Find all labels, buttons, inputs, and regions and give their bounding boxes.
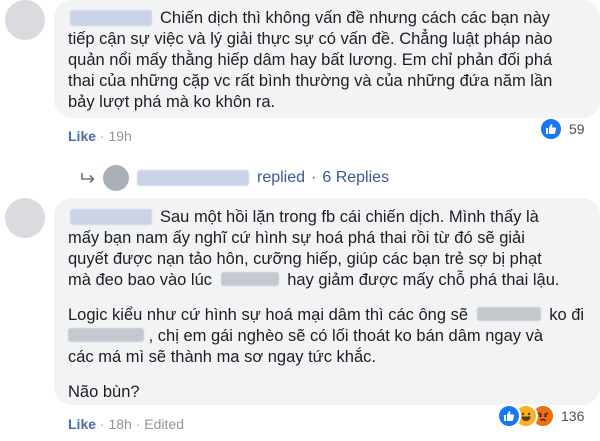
comment-line: Sau một hồi lặn trong fb cái chiến dịch.… <box>160 208 539 226</box>
reaction-summary[interactable]: 136 <box>497 404 584 428</box>
comment-text: mà đeo bao vào lúc <box>68 271 213 289</box>
like-link[interactable]: Like <box>68 128 96 144</box>
comment-line: Chiến dịch thì không vấn đề nhưng cách c… <box>160 9 550 27</box>
reaction-count: 59 <box>569 121 585 137</box>
reaction-count: 136 <box>561 408 585 424</box>
commenter-avatar[interactable] <box>5 198 45 238</box>
replies-summary[interactable]: replied · 6 Replies <box>79 165 389 191</box>
comment-meta: Like · 18h · Edited <box>68 416 184 432</box>
redacted-text <box>68 328 144 342</box>
redacted-text <box>220 272 279 286</box>
redacted-text <box>476 307 541 321</box>
comment-line: quản nổi mấy thằng hiếp dâm hay bất lươn… <box>68 51 553 69</box>
replier-avatar[interactable] <box>103 165 129 191</box>
comment-text: ko đi <box>549 306 585 324</box>
edited-label[interactable]: Edited <box>144 416 184 432</box>
comment-text: , chị em gái nghèo sẽ có lối thoát ko bá… <box>148 327 544 345</box>
comment-line: các má mì sẽ thành ma sơ ngay tức khắc. <box>68 348 376 366</box>
comment-text: hay giảm được mấy chỗ phá thai lậu. <box>287 271 560 289</box>
commenter-avatar[interactable] <box>5 0 45 40</box>
replied-label[interactable]: replied <box>257 169 305 187</box>
reaction-summary[interactable]: 59 <box>539 117 585 141</box>
arrow-reply-icon <box>81 173 95 184</box>
comment-text: Logic kiểu như cứ hình sự hoá mại dâm th… <box>68 306 469 324</box>
view-replies-link[interactable]: 6 Replies <box>322 169 389 187</box>
replier-name-redacted[interactable] <box>137 170 249 186</box>
like-icon <box>497 404 521 428</box>
timestamp[interactable]: 18h <box>108 416 131 432</box>
like-icon <box>539 117 563 141</box>
comment-line: Não bùn? <box>68 383 140 401</box>
like-link[interactable]: Like <box>68 416 96 432</box>
timestamp[interactable]: 19h <box>108 128 131 144</box>
comment-line: Logic kiểu như cứ hình sự hoá mại dâm th… <box>68 305 584 325</box>
commenter-name-redacted[interactable] <box>70 10 152 26</box>
comment-line: , chị em gái nghèo sẽ có lối thoát ko bá… <box>68 326 543 346</box>
comment-line: tiếp cận sự việc và lý giải thực sự có v… <box>68 30 553 48</box>
comment-meta: Like · 19h <box>68 128 132 144</box>
comment-line: mà đeo bao vào lúc hay giảm được mấy chỗ… <box>68 270 559 290</box>
comment-line: quyết được nạn tảo hôn, cưỡng hiếp, giúp… <box>68 250 542 268</box>
commenter-name-redacted[interactable] <box>70 209 152 225</box>
comment-line: bảy lượt phá mà ko khôn ra. <box>68 93 276 111</box>
comment-line: mấy bạn nam ấy nghĩ cứ hình sự hoá phá t… <box>68 229 525 247</box>
comment-line: thai của những cặp vc rất bình thường và… <box>68 72 553 90</box>
